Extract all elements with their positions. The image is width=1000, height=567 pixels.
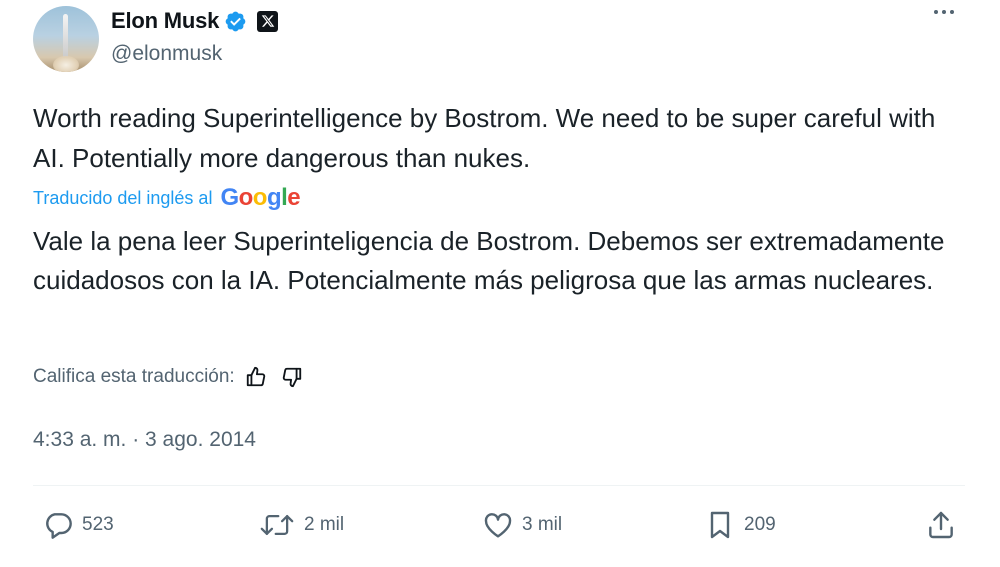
bookmark-button[interactable]: 209 [704,505,776,545]
bookmark-icon [710,511,730,539]
divider [33,485,965,486]
translated-label: Traducido del inglés al [33,187,213,208]
reply-icon [46,513,72,539]
repost-button[interactable]: 2 mil [258,505,344,545]
tweet-text: Worth reading Superintelligence by Bostr… [33,103,936,173]
like-count: 3 mil [522,514,563,535]
author-handle[interactable]: @elonmusk [111,42,222,66]
like-button[interactable]: 3 mil [482,505,562,545]
thumbs-up-icon[interactable] [245,366,267,388]
action-bar: 523 2 mil 3 mil 209 [0,505,1000,545]
translated-by[interactable]: Traducido del inglés al Google [33,184,301,212]
tweet-translation: Vale la pena leer Superinteligencia de B… [33,226,945,295]
repost-icon [260,514,294,536]
rate-label: Califica esta traducción: [33,366,235,387]
repost-count: 2 mil [304,514,345,535]
avatar[interactable] [33,6,99,72]
google-logo: Google [220,184,301,211]
thumbs-down-icon[interactable] [281,366,303,388]
rate-translation: Califica esta traducción: [33,366,303,388]
reply-button[interactable]: 523 [42,505,114,545]
more-icon[interactable] [934,10,954,14]
like-icon [484,513,512,538]
author-name[interactable]: Elon Musk [111,8,219,34]
bookmark-count: 209 [744,514,776,535]
author-row: Elon Musk [111,8,279,34]
share-button[interactable] [925,505,957,545]
tweet-timestamp[interactable]: 4:33 a. m. · 3 ago. 2014 [33,428,256,452]
x-logo-icon [257,10,279,32]
verified-badge-icon [225,11,246,31]
share-icon [929,511,953,539]
reply-count: 523 [82,514,114,535]
